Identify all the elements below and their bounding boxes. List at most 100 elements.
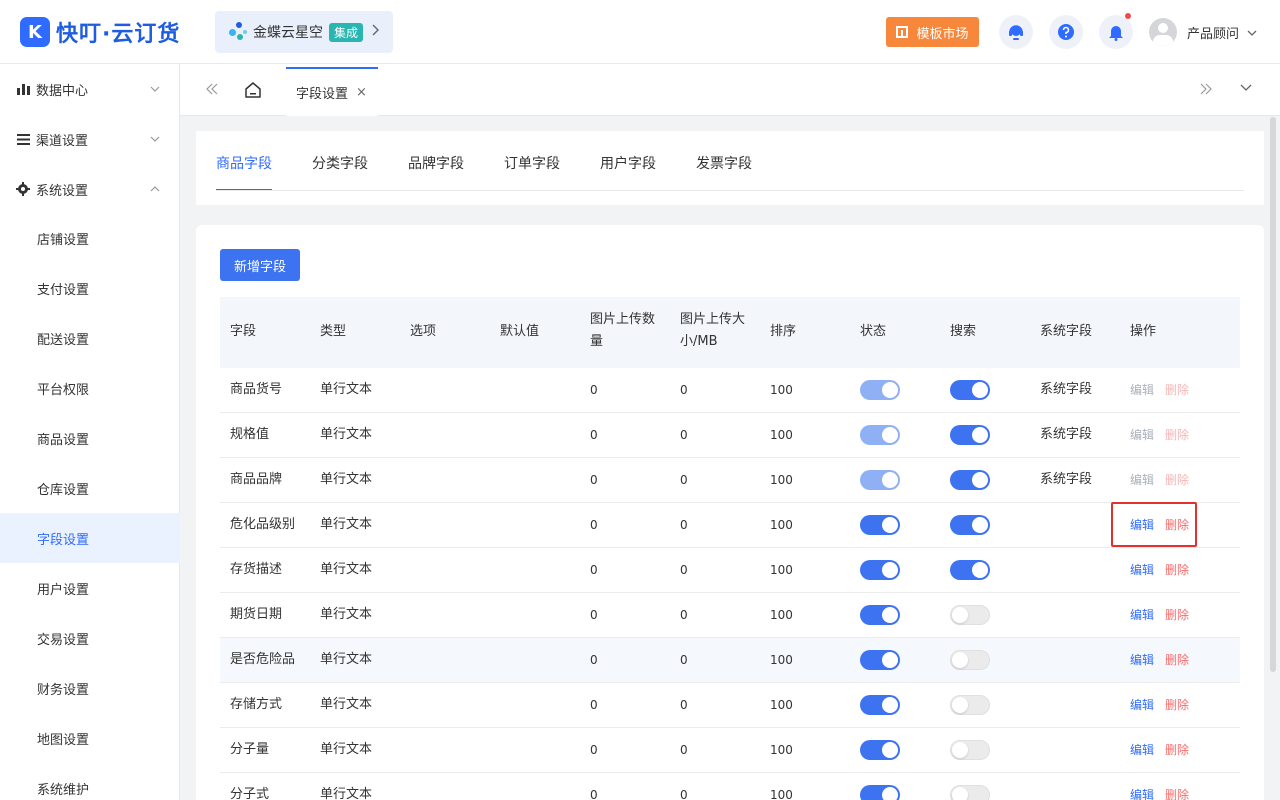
help-button[interactable] xyxy=(1049,15,1083,49)
toggle-knob xyxy=(882,787,898,800)
tab-user-fields[interactable]: 用户字段 xyxy=(600,153,656,191)
double-chevron-right-icon[interactable] xyxy=(1200,80,1212,99)
search-toggle[interactable] xyxy=(950,470,990,490)
tab-brand-fields[interactable]: 品牌字段 xyxy=(408,153,464,191)
field-cell: 商品货号 xyxy=(230,382,283,397)
notification-button[interactable] xyxy=(1099,13,1133,49)
app-logo[interactable]: K 快叮·云订货 xyxy=(20,16,180,48)
edit-link[interactable]: 编辑 xyxy=(1130,593,1154,637)
tab-product-fields[interactable]: 商品字段 xyxy=(216,153,272,191)
home-icon[interactable] xyxy=(244,81,262,103)
header-field: 字段 xyxy=(230,324,257,339)
search-toggle[interactable] xyxy=(950,785,990,800)
status-toggle[interactable] xyxy=(860,425,900,445)
toggle-knob xyxy=(972,427,988,443)
chevron-down-icon[interactable] xyxy=(1240,81,1252,96)
delete-link[interactable]: 删除 xyxy=(1165,458,1189,502)
search-toggle[interactable] xyxy=(950,740,990,760)
sidebar-item-map[interactable]: 地图设置 xyxy=(0,713,180,763)
edit-link[interactable]: 编辑 xyxy=(1130,368,1154,412)
sidebar-item-store[interactable]: 店铺设置 xyxy=(0,213,180,263)
delete-link[interactable]: 删除 xyxy=(1165,548,1189,592)
sidebar-item-payment[interactable]: 支付设置 xyxy=(0,263,180,313)
delete-link[interactable]: 删除 xyxy=(1165,413,1189,457)
sidebar-item-fields[interactable]: 字段设置 xyxy=(0,513,180,563)
delete-link[interactable]: 删除 xyxy=(1165,728,1189,772)
tab-order-fields[interactable]: 订单字段 xyxy=(504,153,560,191)
delete-link[interactable]: 删除 xyxy=(1165,593,1189,637)
sidebar-item-delivery[interactable]: 配送设置 xyxy=(0,313,180,363)
kingdee-integration-banner[interactable]: 金蝶云星空 集成 xyxy=(215,11,393,53)
tab-category-fields[interactable]: 分类字段 xyxy=(312,153,368,191)
close-icon[interactable]: × xyxy=(356,85,367,100)
table-row: 期货日期 单行文本 0 0 100 编辑 删除 xyxy=(220,593,1240,638)
status-toggle[interactable] xyxy=(860,470,900,490)
sidebar-item-product[interactable]: 商品设置 xyxy=(0,413,180,463)
add-field-button[interactable]: 新增字段 xyxy=(220,249,300,281)
page-scrollbar[interactable] xyxy=(1270,117,1276,672)
search-toggle[interactable] xyxy=(950,380,990,400)
tab-field-settings[interactable]: 字段设置 × xyxy=(286,67,378,116)
sidebar-group-data-center[interactable]: 数据中心 xyxy=(0,64,180,114)
edit-link[interactable]: 编辑 xyxy=(1130,773,1154,800)
sidebar-group-label: 系统设置 xyxy=(36,183,89,199)
page-tab-bar: 字段设置 × xyxy=(180,64,1280,116)
search-toggle[interactable] xyxy=(950,695,990,715)
status-toggle[interactable] xyxy=(860,740,900,760)
sidebar-group-system[interactable]: 系统设置 xyxy=(0,164,180,214)
sidebar-item-trade[interactable]: 交易设置 xyxy=(0,613,180,663)
search-toggle[interactable] xyxy=(950,605,990,625)
template-market-button[interactable]: 模板市场 xyxy=(886,17,979,47)
status-toggle[interactable] xyxy=(860,560,900,580)
double-chevron-left-icon[interactable] xyxy=(206,80,218,99)
status-toggle[interactable] xyxy=(860,515,900,535)
header-status: 状态 xyxy=(860,324,887,339)
header-action: 操作 xyxy=(1130,324,1157,339)
search-toggle[interactable] xyxy=(950,650,990,670)
status-toggle[interactable] xyxy=(860,605,900,625)
edit-link[interactable]: 编辑 xyxy=(1130,683,1154,727)
header-system: 系统字段 xyxy=(1040,324,1093,339)
sidebar-group-label: 渠道设置 xyxy=(36,133,89,149)
delete-link[interactable]: 删除 xyxy=(1165,683,1189,727)
toggle-knob xyxy=(882,697,898,713)
sidebar-item-maintenance[interactable]: 系统维护 xyxy=(0,763,180,800)
status-toggle[interactable] xyxy=(860,650,900,670)
status-toggle[interactable] xyxy=(860,785,900,800)
search-toggle[interactable] xyxy=(950,560,990,580)
edit-link[interactable]: 编辑 xyxy=(1130,728,1154,772)
delete-link[interactable]: 删除 xyxy=(1165,773,1189,800)
header-img-count: 图片上传数 xyxy=(590,312,656,327)
sort-cell: 100 xyxy=(770,608,793,622)
toggle-knob xyxy=(882,382,898,398)
sort-cell: 100 xyxy=(770,563,793,577)
logo-mark: K xyxy=(20,17,50,47)
img-size-cell: 0 xyxy=(680,563,688,577)
edit-link[interactable]: 编辑 xyxy=(1130,413,1154,457)
img-size-cell: 0 xyxy=(680,743,688,757)
edit-link[interactable]: 编辑 xyxy=(1130,458,1154,502)
user-menu[interactable]: 产品顾问 xyxy=(1149,18,1257,46)
sidebar-group-channel[interactable]: 渠道设置 xyxy=(0,114,180,164)
status-toggle[interactable] xyxy=(860,695,900,715)
header-img-size-line2: 小/MB xyxy=(680,334,718,349)
integration-badge: 集成 xyxy=(329,22,364,42)
customer-service-button[interactable] xyxy=(999,15,1033,49)
sidebar-item-user[interactable]: 用户设置 xyxy=(0,563,180,613)
tab-label: 字段设置 xyxy=(296,87,349,102)
sort-cell: 100 xyxy=(770,428,793,442)
delete-link[interactable]: 删除 xyxy=(1165,638,1189,682)
sidebar-item-permission[interactable]: 平台权限 xyxy=(0,363,180,413)
edit-link[interactable]: 编辑 xyxy=(1130,548,1154,592)
search-toggle[interactable] xyxy=(950,515,990,535)
delete-link[interactable]: 删除 xyxy=(1165,368,1189,412)
sort-cell: 100 xyxy=(770,518,793,532)
toggle-knob xyxy=(952,787,968,800)
tab-invoice-fields[interactable]: 发票字段 xyxy=(696,153,752,191)
img-size-cell: 0 xyxy=(680,653,688,667)
sidebar-item-finance[interactable]: 财务设置 xyxy=(0,663,180,713)
edit-link[interactable]: 编辑 xyxy=(1130,638,1154,682)
sidebar-item-warehouse[interactable]: 仓库设置 xyxy=(0,463,180,513)
search-toggle[interactable] xyxy=(950,425,990,445)
status-toggle[interactable] xyxy=(860,380,900,400)
